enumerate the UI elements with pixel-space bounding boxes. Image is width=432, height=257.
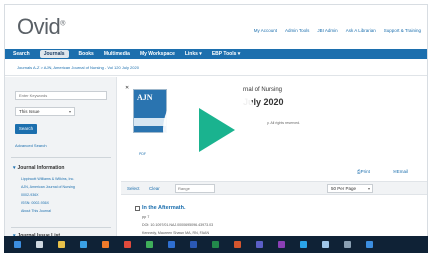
copyright-text: y. All rights reserved. <box>267 121 301 125</box>
nav-item-journals[interactable]: Journals <box>39 50 69 58</box>
top-link[interactable]: My Account <box>254 28 277 33</box>
collapse-icon: ▾ <box>13 165 16 171</box>
top-link[interactable]: Admin Tools <box>285 28 309 33</box>
word-icon[interactable] <box>190 241 197 248</box>
journal-cover-image[interactable]: AJN <box>133 89 167 133</box>
journal-info-link[interactable]: 0002-936X <box>21 193 39 197</box>
start-icon[interactable] <box>14 241 21 248</box>
edge-icon[interactable] <box>80 241 87 248</box>
article-doi: DOI: 10.1097/01.NAJ.0000695096.43973.03 <box>142 223 214 227</box>
advanced-search-link[interactable]: Advanced Search <box>15 143 47 148</box>
top-links: My Account Admin Tools JBI Admin Ask A Libr… <box>254 28 421 33</box>
onenote-icon[interactable] <box>278 241 285 248</box>
chevron-down-icon: ▾ <box>68 109 71 114</box>
ovid-logo[interactable]: Ovid® <box>17 14 65 40</box>
divider <box>5 75 427 76</box>
keyword-search-input[interactable] <box>15 91 107 100</box>
email-link[interactable]: ✉Email <box>393 169 408 175</box>
app-icon[interactable] <box>366 241 373 248</box>
left-panel: This Issue ▾ Search Advanced Search ▾Jou… <box>5 77 117 252</box>
chrome-icon-2[interactable] <box>146 241 153 248</box>
breadcrumb[interactable]: Journals A-Z > AJN, American Journal of … <box>17 65 139 70</box>
article-title-link[interactable]: In the Aftermath. <box>142 205 186 211</box>
journal-information-heading[interactable]: ▾ Journal Information <box>13 165 64 171</box>
journal-info-link[interactable]: AJN, American Journal of Nursing <box>21 185 75 189</box>
firefox-icon[interactable] <box>102 241 109 248</box>
notepad-icon[interactable] <box>322 241 329 248</box>
close-icon[interactable]: ✕ <box>125 85 129 91</box>
ovid-header: Ovid® My Account Admin Tools JBI Admin Ask … <box>5 5 427 49</box>
article-pages: pp 7 <box>142 215 150 219</box>
section-divider <box>11 157 111 158</box>
calculator-icon[interactable] <box>344 241 351 248</box>
skype-icon[interactable] <box>300 241 307 248</box>
nav-item-multimedia[interactable]: Multimedia <box>104 51 130 57</box>
article-checkbox[interactable] <box>135 206 140 211</box>
top-link[interactable]: Ask A Librarian <box>346 28 376 33</box>
chrome-icon[interactable] <box>124 241 131 248</box>
article-authors: Kennedy, Maureen Shawn MA, RN, FAAN <box>142 231 210 235</box>
task-view-icon[interactable] <box>36 241 43 248</box>
journal-info-link[interactable]: ISSN: 0002-936X <box>21 201 49 205</box>
print-link[interactable]: ⎙Print <box>357 169 370 174</box>
search-button[interactable]: Search <box>15 124 37 134</box>
per-page-select[interactable]: 50 Per Page ▾ <box>327 184 373 193</box>
results-toolbar: Select Clear 50 Per Page ▾ <box>121 181 427 195</box>
top-link[interactable]: JBI Admin <box>317 28 337 33</box>
windows-taskbar <box>4 236 428 253</box>
chevron-down-icon: ▾ <box>367 186 370 191</box>
top-link[interactable]: Support & Training <box>384 28 421 33</box>
nav-item-links[interactable]: Links ▾ <box>185 51 202 57</box>
nav-item-books[interactable]: Books <box>79 51 94 57</box>
powerpoint-icon[interactable] <box>234 241 241 248</box>
main-nav: Search Journals Books Multimedia My Workspac… <box>5 49 427 59</box>
select-link[interactable]: Select <box>127 186 140 191</box>
section-divider <box>11 227 111 228</box>
search-scope-select[interactable]: This Issue ▾ <box>15 107 75 116</box>
clear-link[interactable]: Clear <box>149 186 160 191</box>
nav-item-my-workspace[interactable]: My Workspace <box>140 51 175 57</box>
nav-item-ebp-tools[interactable]: EBP Tools ▾ <box>212 51 240 57</box>
file-explorer-icon[interactable] <box>58 241 65 248</box>
pdf-link[interactable]: PDF <box>139 152 146 156</box>
nav-item-search[interactable]: Search <box>13 51 30 57</box>
video-play-button[interactable] <box>163 81 261 179</box>
journal-title: rnal of Nursing <box>243 87 283 93</box>
journal-info-link[interactable]: About This Journal <box>21 209 51 213</box>
teams-icon[interactable] <box>256 241 263 248</box>
play-icon <box>199 108 235 152</box>
excel-icon[interactable] <box>212 241 219 248</box>
outlook-icon[interactable] <box>168 241 175 248</box>
journal-info-link[interactable]: Lippincott Williams & Wilkins, Inc. <box>21 177 74 181</box>
range-input[interactable] <box>175 184 215 193</box>
